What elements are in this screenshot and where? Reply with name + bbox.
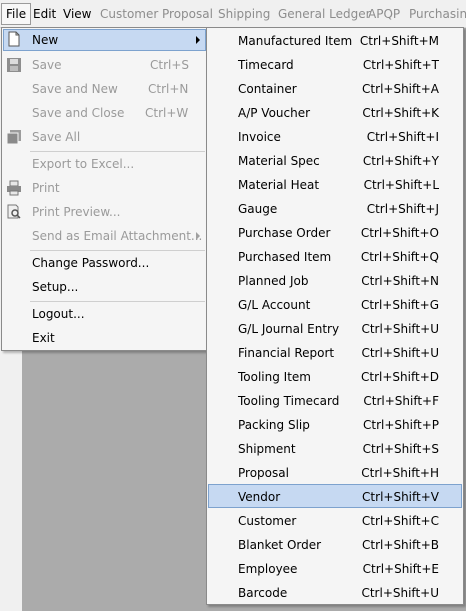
menu-file[interactable]: File bbox=[1, 3, 32, 25]
new-submenu-shortcut: Ctrl+Shift+Q bbox=[360, 250, 439, 264]
menu-proposal[interactable]: Proposal bbox=[158, 4, 217, 24]
new-submenu-item[interactable]: A/P Voucher bbox=[238, 101, 310, 125]
new-submenu-item[interactable]: Tooling Item bbox=[238, 365, 311, 389]
new-submenu-item[interactable]: Shipment bbox=[238, 437, 296, 461]
new-submenu-item[interactable]: Purchased Item bbox=[238, 245, 331, 269]
new-submenu-item[interactable]: Proposal bbox=[238, 461, 289, 485]
file-menu-exit[interactable]: Exit bbox=[32, 326, 55, 350]
new-submenu-shortcut: Ctrl+Shift+B bbox=[362, 538, 439, 552]
new-submenu-shortcut: Ctrl+Shift+P bbox=[363, 418, 439, 432]
new-submenu-shortcut: Ctrl+Shift+K bbox=[362, 106, 439, 120]
file-menu-save-close[interactable]: Save and Close bbox=[32, 101, 124, 125]
save-close-shortcut: Ctrl+W bbox=[145, 106, 189, 120]
new-submenu-item[interactable]: Planned Job bbox=[238, 269, 308, 293]
new-submenu-item[interactable]: Financial Report bbox=[238, 341, 334, 365]
new-submenu-shortcut: Ctrl+Shift+U bbox=[361, 346, 439, 360]
chevron-right-icon bbox=[196, 232, 200, 240]
new-submenu-shortcut: Ctrl+Shift+S bbox=[362, 442, 439, 456]
new-submenu-item[interactable]: Vendor bbox=[238, 485, 280, 509]
new-submenu-shortcut: Ctrl+Shift+V bbox=[362, 490, 439, 504]
chevron-right-icon bbox=[196, 36, 200, 44]
new-document-icon bbox=[6, 31, 22, 47]
new-submenu-shortcut: Ctrl+Shift+J bbox=[366, 202, 439, 216]
new-submenu-shortcut: Ctrl+Shift+C bbox=[361, 514, 439, 528]
new-submenu-shortcut: Ctrl+Shift+N bbox=[361, 274, 439, 288]
new-submenu-item[interactable]: Tooling Timecard bbox=[238, 389, 339, 413]
new-submenu-item[interactable]: Timecard bbox=[238, 53, 294, 77]
new-submenu-shortcut: Ctrl+Shift+A bbox=[362, 82, 439, 96]
file-menu-setup[interactable]: Setup... bbox=[32, 275, 78, 299]
new-submenu: Manufactured Item Ctrl+Shift+M Timecard Ctr… bbox=[206, 27, 464, 605]
save-new-shortcut: Ctrl+N bbox=[148, 82, 189, 96]
menu-shipping[interactable]: Shipping bbox=[214, 4, 274, 24]
new-submenu-item[interactable]: Packing Slip bbox=[238, 413, 310, 437]
file-menu-change-password[interactable]: Change Password... bbox=[32, 251, 149, 275]
new-submenu-shortcut: Ctrl+Shift+D bbox=[361, 370, 439, 384]
file-menu-print-preview[interactable]: Print Preview... bbox=[32, 200, 120, 224]
new-submenu-item[interactable]: Customer bbox=[238, 509, 296, 533]
file-menu: New Save Ctrl+S Save and New Ctrl+N Save… bbox=[1, 27, 208, 351]
new-submenu-shortcut: Ctrl+Shift+O bbox=[360, 226, 439, 240]
new-submenu-item[interactable]: Purchase Order bbox=[238, 221, 330, 245]
new-submenu-item[interactable]: Material Spec bbox=[238, 149, 320, 173]
save-all-icon bbox=[6, 129, 22, 145]
menu-general-ledger[interactable]: General Ledger bbox=[274, 4, 375, 24]
new-submenu-item[interactable]: Blanket Order bbox=[238, 533, 321, 557]
new-submenu-shortcut: Ctrl+Shift+L bbox=[363, 178, 439, 192]
menu-purchasing[interactable]: Purchasing bbox=[405, 4, 466, 24]
new-submenu-shortcut: Ctrl+Shift+M bbox=[359, 34, 439, 48]
save-icon bbox=[6, 57, 22, 73]
new-submenu-item[interactable]: Invoice bbox=[238, 125, 281, 149]
new-submenu-item[interactable]: Manufactured Item bbox=[238, 29, 352, 53]
new-submenu-item[interactable]: G/L Account bbox=[238, 293, 310, 317]
new-submenu-shortcut: Ctrl+Shift+F bbox=[363, 394, 439, 408]
menu-view[interactable]: View bbox=[59, 4, 95, 24]
printer-icon bbox=[6, 180, 22, 196]
file-menu-save-all[interactable]: Save All bbox=[32, 125, 80, 149]
new-submenu-shortcut: Ctrl+Shift+G bbox=[360, 298, 439, 312]
menu-customer[interactable]: Customer bbox=[96, 4, 162, 24]
new-submenu-item[interactable]: Employee bbox=[238, 557, 297, 581]
save-shortcut: Ctrl+S bbox=[150, 58, 190, 72]
new-submenu-shortcut: Ctrl+Shift+U bbox=[361, 586, 439, 600]
file-menu-export-excel[interactable]: Export to Excel... bbox=[32, 152, 134, 176]
menu-bar: File Edit View Customer Proposal Shippin… bbox=[0, 0, 466, 28]
new-submenu-shortcut: Ctrl+Shift+I bbox=[366, 130, 439, 144]
file-menu-save[interactable]: Save bbox=[32, 53, 61, 77]
new-submenu-item[interactable]: Gauge bbox=[238, 197, 277, 221]
file-menu-logout[interactable]: Logout... bbox=[32, 302, 85, 326]
new-submenu-shortcut: Ctrl+Shift+Y bbox=[362, 154, 439, 168]
menu-edit[interactable]: Edit bbox=[29, 4, 60, 24]
new-submenu-item[interactable]: Material Heat bbox=[238, 173, 319, 197]
new-submenu-item[interactable]: Container bbox=[238, 77, 297, 101]
print-preview-icon bbox=[6, 204, 22, 220]
new-submenu-shortcut: Ctrl+Shift+U bbox=[361, 322, 439, 336]
file-menu-print[interactable]: Print bbox=[32, 176, 60, 200]
new-submenu-shortcut: Ctrl+Shift+E bbox=[362, 562, 439, 576]
new-submenu-item[interactable]: G/L Journal Entry bbox=[238, 317, 339, 341]
new-submenu-item[interactable]: Barcode bbox=[238, 581, 287, 605]
menu-apqp[interactable]: APQP bbox=[364, 4, 404, 24]
file-menu-new[interactable]: New bbox=[32, 28, 58, 52]
file-menu-send-email[interactable]: Send as Email Attachment... bbox=[32, 224, 202, 248]
new-submenu-shortcut: Ctrl+Shift+H bbox=[361, 466, 439, 480]
new-submenu-shortcut: Ctrl+Shift+T bbox=[362, 58, 439, 72]
file-menu-save-new[interactable]: Save and New bbox=[32, 77, 118, 101]
